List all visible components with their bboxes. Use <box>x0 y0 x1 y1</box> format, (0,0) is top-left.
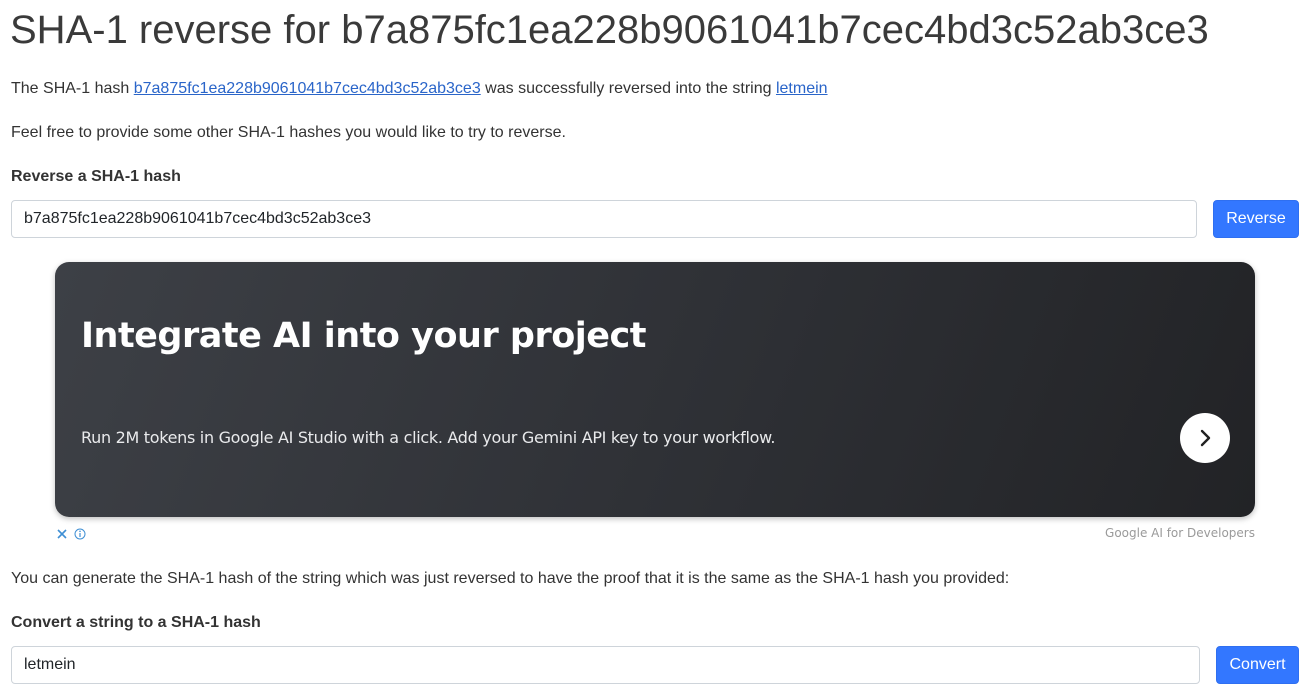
page: SHA-1 reverse for b7a875fc1ea228b9061041… <box>0 0 1312 697</box>
result-prefix: The SHA-1 hash <box>11 80 134 97</box>
ad-controls <box>57 526 89 541</box>
hint-text: Feel free to provide some other SHA-1 ha… <box>11 124 566 141</box>
ad-body[interactable]: Run 2M tokens in Google AI Studio with a… <box>81 428 775 447</box>
hash-link[interactable]: b7a875fc1ea228b9061041b7cec4bd3c52ab3ce3 <box>134 80 481 97</box>
reversed-string-link[interactable]: letmein <box>776 80 828 97</box>
close-icon[interactable] <box>57 526 71 541</box>
reverse-form-label: Reverse a SHA-1 hash <box>11 168 181 185</box>
reverse-button[interactable]: Reverse <box>1213 200 1299 238</box>
page-title: SHA-1 reverse for b7a875fc1ea228b9061041… <box>10 8 1209 52</box>
ad-banner[interactable]: Integrate AI into your project Run 2M to… <box>55 262 1255 517</box>
ad-headline[interactable]: Integrate AI into your project <box>81 316 646 356</box>
string-input[interactable] <box>11 646 1200 684</box>
convert-form-label: Convert a string to a SHA-1 hash <box>11 614 261 631</box>
convert-button[interactable]: Convert <box>1216 646 1299 684</box>
ad-arrow-button[interactable] <box>1180 413 1230 463</box>
result-middle: was successfully reversed into the strin… <box>480 80 776 97</box>
proof-text: You can generate the SHA-1 hash of the s… <box>11 570 1010 587</box>
ad-advertiser[interactable]: Google AI for Developers <box>1105 526 1255 540</box>
result-message: The SHA-1 hash b7a875fc1ea228b9061041b7c… <box>11 80 828 98</box>
info-icon[interactable] <box>74 526 86 541</box>
chevron-right-icon <box>1194 427 1216 449</box>
hash-input[interactable] <box>11 200 1197 238</box>
